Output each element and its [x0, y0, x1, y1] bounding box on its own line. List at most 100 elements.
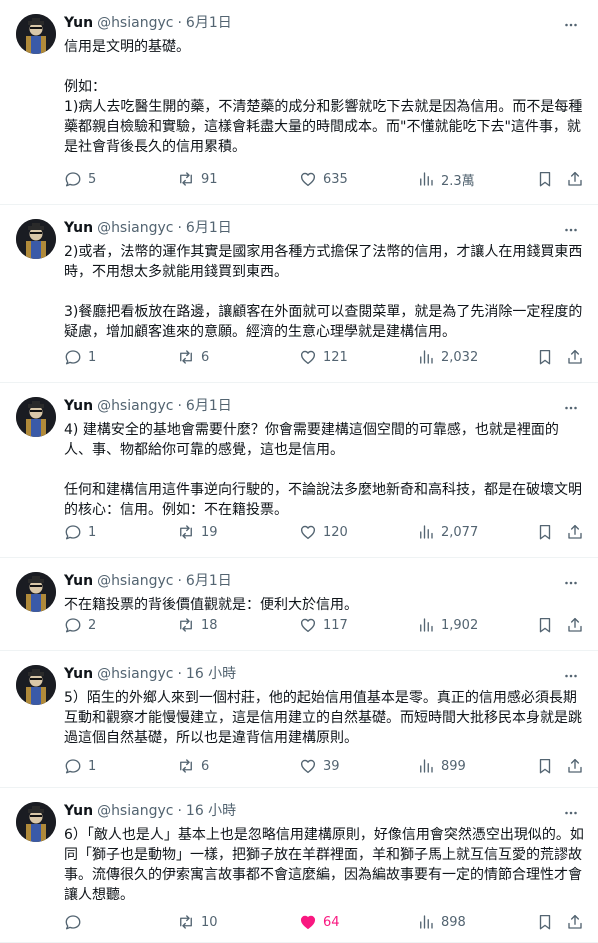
author-name[interactable]: Yun [64, 666, 93, 682]
share-button[interactable] [566, 756, 584, 776]
retweet-button[interactable]: 18 [177, 615, 218, 635]
tweet-header: Yun @hsiangyc · 6月1日 [64, 13, 232, 33]
reply-bubble-icon [64, 616, 82, 634]
heart-icon [299, 523, 317, 541]
views-button[interactable]: 2.3萬 [417, 169, 475, 189]
like-button[interactable]: 117 [299, 615, 348, 635]
like-button[interactable]: 121 [299, 347, 348, 367]
retweet-button[interactable]: 10 [177, 912, 218, 932]
tweet-actions: 1 19 120 2,077 [64, 522, 584, 542]
avatar[interactable] [16, 14, 56, 54]
bar-chart-icon [417, 170, 435, 188]
tweet-paragraph: 5）陌生的外鄉人來到一個村莊，他的起始信用值基本是零。真正的信用感必須長期互動和… [64, 690, 582, 746]
like-button[interactable]: 120 [299, 522, 348, 542]
tweet-actions: 5 91 635 2.3萬 [64, 169, 584, 189]
like-count: 64 [323, 914, 340, 930]
retweet-arrows-icon [177, 616, 195, 634]
reply-button[interactable] [64, 912, 88, 932]
author-handle[interactable]: @hsiangyc [97, 15, 173, 31]
author-name[interactable]: Yun [64, 573, 93, 589]
more-dots-icon[interactable] [562, 221, 582, 241]
author-handle[interactable]: @hsiangyc [97, 573, 173, 589]
tweet[interactable]: Yun @hsiangyc · 6月1日 4) 建構安全的基地會需要什麼？你會需要建構這… [0, 383, 598, 558]
like-count: 120 [323, 524, 348, 540]
share-button[interactable] [566, 522, 584, 542]
views-button[interactable]: 898 [417, 912, 466, 932]
views-button[interactable]: 899 [417, 756, 466, 776]
retweet-button[interactable]: 6 [177, 756, 209, 776]
views-count: 899 [441, 758, 466, 774]
bookmark-button[interactable] [536, 522, 554, 542]
tweet[interactable]: Yun @hsiangyc · 6月1日 2)或者，法幣的運作其實是國家用各種方式擔保了… [0, 205, 598, 383]
author-handle[interactable]: @hsiangyc [97, 220, 173, 236]
separator-dot: · [177, 220, 182, 236]
author-name[interactable]: Yun [64, 15, 93, 31]
more-dots-icon[interactable] [562, 16, 582, 36]
reply-button[interactable]: 2 [64, 615, 96, 635]
share-button[interactable] [566, 912, 584, 932]
like-button[interactable]: 39 [299, 756, 340, 776]
tweet[interactable]: Yun @hsiangyc · 16 小時 5）陌生的外鄉人來到一個村莊，他的起始信用值… [0, 651, 598, 788]
views-button[interactable]: 2,032 [417, 347, 478, 367]
views-button[interactable]: 1,902 [417, 615, 478, 635]
tweet-time[interactable]: 6月1日 [186, 15, 232, 31]
retweet-arrows-icon [177, 170, 195, 188]
tweet[interactable]: Yun @hsiangyc · 6月1日 不在籍投票的背後價值觀就是：便利大於信用。 2 1… [0, 558, 598, 651]
reply-bubble-icon [64, 348, 82, 366]
retweet-button[interactable]: 91 [177, 169, 218, 189]
reply-button[interactable]: 5 [64, 169, 96, 189]
tweet-header: Yun @hsiangyc · 16 小時 [64, 801, 236, 821]
author-name[interactable]: Yun [64, 398, 93, 414]
avatar[interactable] [16, 572, 56, 612]
share-button[interactable] [566, 347, 584, 367]
tweet-paragraph: 不在籍投票的背後價值觀就是：便利大於信用。 [64, 597, 358, 613]
author-handle[interactable]: @hsiangyc [97, 666, 173, 682]
tweet-time[interactable]: 6月1日 [186, 573, 232, 589]
avatar[interactable] [16, 802, 56, 842]
views-count: 1,902 [441, 617, 479, 633]
more-dots-icon[interactable] [562, 804, 582, 824]
share-button[interactable] [566, 169, 584, 189]
more-dots-icon[interactable] [562, 399, 582, 419]
bar-chart-icon [417, 348, 435, 366]
more-dots-icon[interactable] [562, 667, 582, 687]
author-name[interactable]: Yun [64, 803, 93, 819]
retweet-button[interactable]: 19 [177, 522, 218, 542]
tweet[interactable]: Yun @hsiangyc · 6月1日 信用是文明的基礎。 例如： 1)病人去吃醫生開的藥… [0, 0, 598, 205]
avatar[interactable] [16, 397, 56, 437]
reply-button[interactable]: 1 [64, 756, 96, 776]
avatar[interactable] [16, 665, 56, 705]
bar-chart-icon [417, 523, 435, 541]
heart-icon [299, 616, 317, 634]
bookmark-button[interactable] [536, 615, 554, 635]
bookmark-button[interactable] [536, 756, 554, 776]
avatar[interactable] [16, 219, 56, 259]
author-handle[interactable]: @hsiangyc [97, 398, 173, 414]
bookmark-icon [536, 616, 554, 634]
retweet-count: 6 [201, 758, 210, 774]
bookmark-button[interactable] [536, 347, 554, 367]
reply-button[interactable]: 1 [64, 522, 96, 542]
tweet-header: Yun @hsiangyc · 16 小時 [64, 664, 236, 684]
like-button[interactable]: 64 [299, 912, 340, 932]
views-count: 2,032 [441, 349, 479, 365]
reply-button[interactable]: 1 [64, 347, 96, 367]
like-button[interactable]: 635 [299, 169, 348, 189]
tweet-time[interactable]: 6月1日 [186, 398, 232, 414]
views-button[interactable]: 2,077 [417, 522, 478, 542]
tweet-time[interactable]: 6月1日 [186, 220, 232, 236]
retweet-button[interactable]: 6 [177, 347, 209, 367]
tweet-time[interactable]: 16 小時 [186, 666, 236, 682]
bookmark-icon [536, 170, 554, 188]
more-dots-icon[interactable] [562, 574, 582, 594]
like-count: 635 [323, 171, 348, 187]
tweet-text: 5）陌生的外鄉人來到一個村莊，他的起始信用值基本是零。真正的信用感必須長期互動和… [64, 688, 584, 748]
share-button[interactable] [566, 615, 584, 635]
author-name[interactable]: Yun [64, 220, 93, 236]
tweet[interactable]: Yun @hsiangyc · 16 小時 6）「敵人也是人」基本上也是忽略信用建構原則… [0, 788, 598, 943]
bookmark-button[interactable] [536, 912, 554, 932]
tweet-time[interactable]: 16 小時 [186, 803, 236, 819]
author-handle[interactable]: @hsiangyc [97, 803, 173, 819]
bookmark-button[interactable] [536, 169, 554, 189]
separator-dot: · [177, 666, 182, 682]
